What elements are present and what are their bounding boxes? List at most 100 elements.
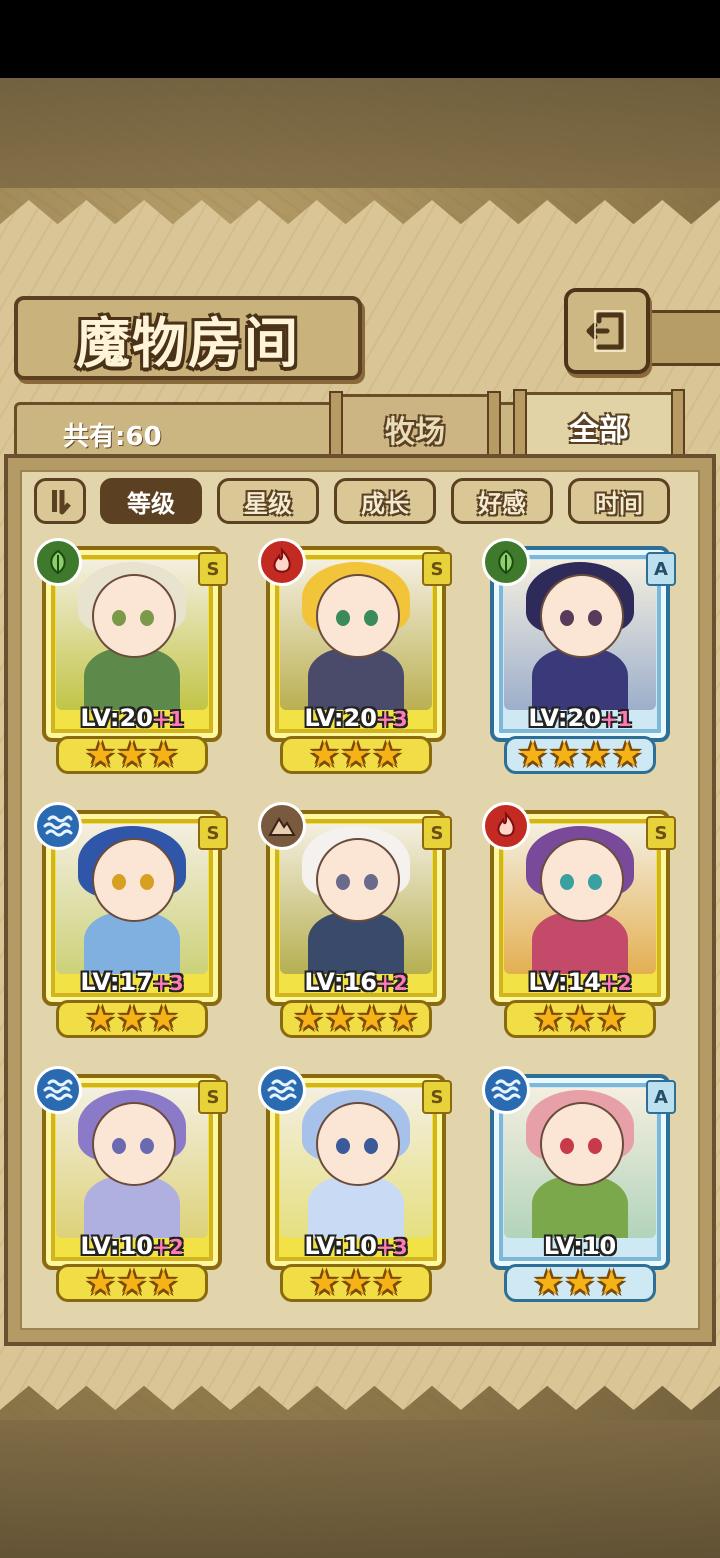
water-element-icon [258, 1066, 306, 1114]
sort-growth-button[interactable]: 成长 [334, 478, 436, 524]
rank-badge: S [198, 816, 228, 850]
star-icon: ★ [517, 735, 549, 775]
portrait-eye [560, 610, 574, 626]
star-icon: ★ [372, 735, 403, 775]
water-element-icon [34, 1066, 82, 1114]
monster-portrait [504, 1088, 656, 1238]
level-label: LV:10 [482, 1232, 678, 1260]
portrait-eye [140, 610, 154, 626]
monster-card[interactable]: S LV:20+1 ★ ★ ★ [34, 538, 234, 780]
rank-badge: S [198, 1080, 228, 1114]
level-label: LV:10+3 [258, 1232, 454, 1260]
level-label: LV:17+3 [34, 968, 230, 996]
sort-bar: 等级 星级 成长 好感 时间 [0, 478, 720, 528]
star-icon: ★ [148, 735, 179, 775]
tab-ranch-label: 牧场 [385, 415, 445, 450]
portrait-eye [112, 1138, 126, 1154]
page-title: 魔物房间 [76, 310, 300, 375]
level-label: LV:10+2 [34, 1232, 230, 1260]
monster-card[interactable]: S LV:17+3 ★ ★ ★ [34, 802, 234, 1044]
tab-all[interactable]: 全部 [513, 389, 685, 469]
star-rating: ★ ★ ★ [504, 1264, 656, 1302]
level-value: LV:20 [528, 704, 601, 732]
back-button[interactable] [564, 288, 650, 374]
monster-portrait [56, 560, 208, 710]
portrait-face [92, 838, 176, 922]
star-icon: ★ [148, 999, 179, 1039]
rank-badge: S [422, 1080, 452, 1114]
star-icon: ★ [309, 1263, 340, 1303]
rank-badge: A [646, 1080, 676, 1114]
level-value: LV:17 [80, 968, 153, 996]
star-icon: ★ [85, 735, 116, 775]
sort-stars-button[interactable]: 星级 [217, 478, 319, 524]
rank-badge: S [646, 816, 676, 850]
level-bonus: +1 [152, 707, 184, 731]
monster-card[interactable]: S LV:14+2 ★ ★ ★ [482, 802, 682, 1044]
portrait-eye [336, 874, 350, 890]
portrait-face [316, 574, 400, 658]
star-icon: ★ [293, 999, 325, 1039]
star-rating: ★ ★ ★ ★ [504, 736, 656, 774]
sort-time-label: 时间 [595, 489, 643, 518]
portrait-eye [140, 874, 154, 890]
rank-badge: A [646, 552, 676, 586]
level-label: LV:14+2 [482, 968, 678, 996]
level-bonus: +3 [376, 1235, 408, 1259]
rank-badge: S [422, 552, 452, 586]
star-icon: ★ [549, 735, 580, 775]
portrait-eye [560, 1138, 574, 1154]
page-title-plate: 魔物房间 [14, 296, 362, 380]
star-rating: ★ ★ ★ [280, 1264, 432, 1302]
level-value: LV:10 [80, 1232, 153, 1260]
monster-portrait [280, 824, 432, 974]
portrait-eye [560, 874, 574, 890]
portrait-face [540, 1102, 624, 1186]
monster-card[interactable]: S LV:20+3 ★ ★ ★ [258, 538, 458, 780]
star-icon: ★ [116, 1263, 148, 1303]
star-icon: ★ [596, 1263, 627, 1303]
monster-portrait [56, 1088, 208, 1238]
portrait-face [92, 1102, 176, 1186]
monster-card[interactable]: S LV:10+2 ★ ★ ★ [34, 1066, 234, 1308]
star-rating: ★ ★ ★ [56, 736, 208, 774]
star-icon: ★ [340, 1263, 372, 1303]
sort-affection-label: 好感 [478, 489, 526, 518]
sort-time-button[interactable]: 时间 [568, 478, 670, 524]
monster-portrait [504, 824, 656, 974]
portrait-eye [364, 1138, 378, 1154]
star-rating: ★ ★ ★ [56, 1000, 208, 1038]
level-value: LV:10 [304, 1232, 377, 1260]
star-icon: ★ [116, 999, 148, 1039]
return-arrow-icon [586, 310, 626, 352]
portrait-eye [112, 874, 126, 890]
sort-affection-button[interactable]: 好感 [451, 478, 553, 524]
portrait-eye [336, 610, 350, 626]
portrait-face [540, 838, 624, 922]
star-rating: ★ ★ ★ [280, 736, 432, 774]
sort-order-toggle[interactable] [34, 478, 86, 524]
portrait-face [316, 1102, 400, 1186]
monster-card[interactable]: S LV:10+3 ★ ★ ★ [258, 1066, 458, 1308]
monster-card[interactable]: S LV:16+2 ★ ★ ★ ★ [258, 802, 458, 1044]
tab-ranch[interactable]: 牧场 [329, 391, 501, 471]
level-value: LV:14 [528, 968, 601, 996]
sort-level-label: 等级 [127, 489, 175, 518]
star-icon: ★ [325, 999, 356, 1039]
monster-card[interactable]: A LV:10 ★ ★ ★ [482, 1066, 682, 1308]
star-icon: ★ [116, 735, 148, 775]
star-icon: ★ [387, 999, 419, 1039]
star-icon: ★ [580, 735, 611, 775]
star-rating: ★ ★ ★ ★ [280, 1000, 432, 1038]
rank-badge: S [422, 816, 452, 850]
star-icon: ★ [356, 999, 387, 1039]
sort-level-button[interactable]: 等级 [100, 478, 202, 524]
level-value: LV:20 [80, 704, 153, 732]
level-label: LV:16+2 [258, 968, 454, 996]
monster-card[interactable]: A LV:20+1 ★ ★ ★ ★ [482, 538, 682, 780]
portrait-eye [140, 1138, 154, 1154]
portrait-eye [588, 610, 602, 626]
sort-order-icon [52, 490, 71, 515]
monster-count: 共有:60 [63, 422, 162, 452]
sort-stars-label: 星级 [244, 489, 292, 518]
